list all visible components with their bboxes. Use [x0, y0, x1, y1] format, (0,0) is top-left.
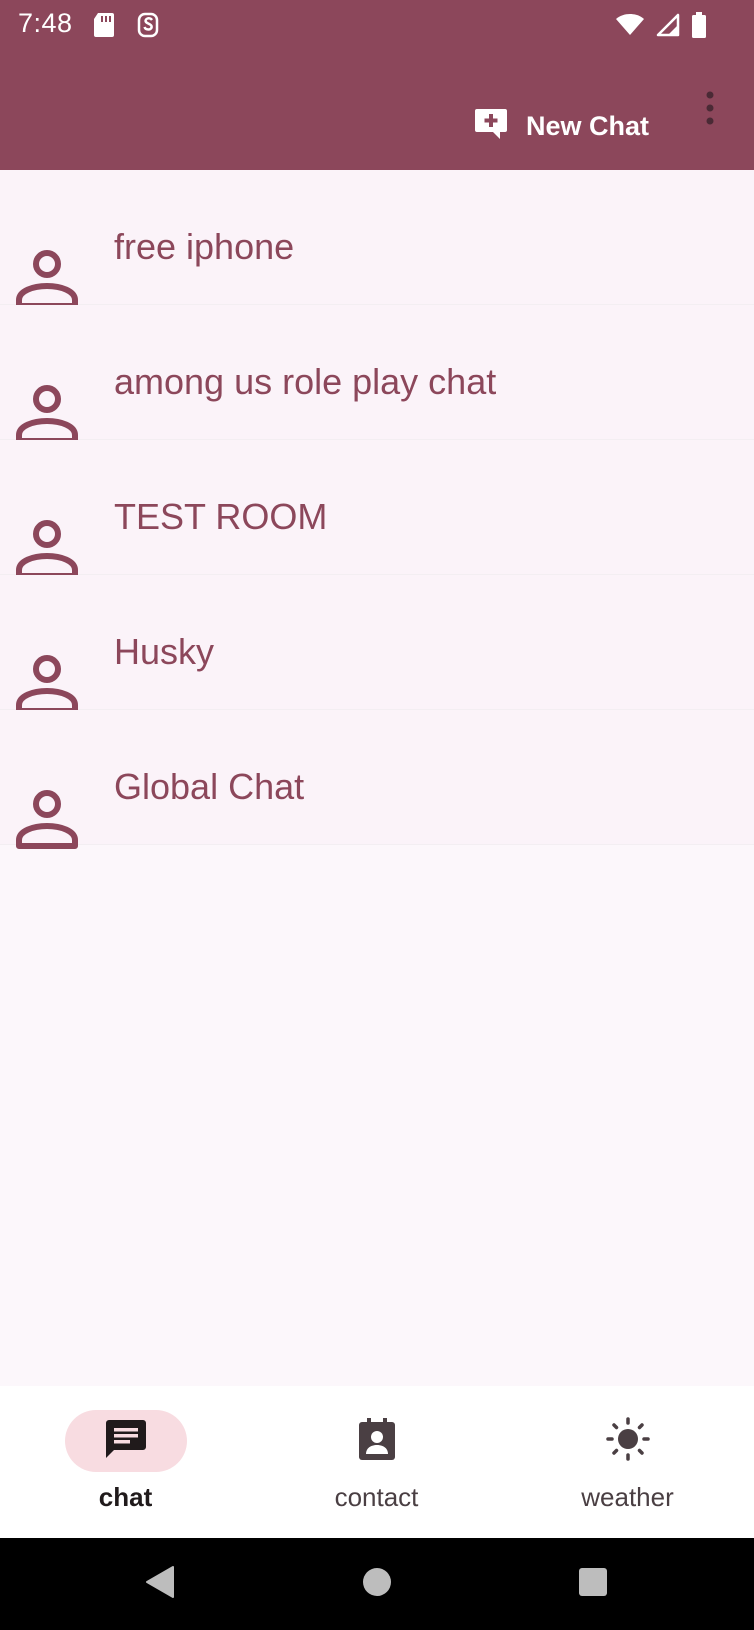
app-s-icon — [137, 12, 159, 43]
new-chat-label: New Chat — [526, 110, 650, 141]
add-comment-icon — [474, 108, 508, 145]
contact-icon — [358, 1417, 396, 1465]
status-time: 7:48 — [18, 8, 73, 38]
new-chat-button[interactable]: New Chat — [474, 104, 649, 148]
back-button[interactable] — [136, 1560, 184, 1608]
sun-icon — [605, 1416, 650, 1466]
overflow-menu-button[interactable] — [696, 88, 724, 132]
system-navigation-bar — [0, 1538, 754, 1630]
person-icon — [14, 246, 80, 312]
home-icon — [362, 1567, 392, 1602]
nav-label-chat: chat — [98, 1482, 153, 1512]
chat-title: Global Chat — [114, 766, 305, 807]
nav-label-weather: weather — [581, 1482, 674, 1512]
chat-title: free iphone — [114, 226, 295, 267]
nav-label-contact: contact — [334, 1482, 419, 1512]
back-icon — [145, 1565, 175, 1604]
signal-icon — [656, 13, 680, 42]
chat-list-item[interactable]: among us role play chat — [0, 305, 754, 444]
home-button[interactable] — [353, 1560, 401, 1608]
nav-active-indicator — [64, 1410, 187, 1472]
chat-list-item[interactable]: Global Chat — [0, 710, 754, 849]
more-vert-icon — [706, 91, 714, 130]
person-icon — [14, 651, 80, 717]
person-icon — [14, 516, 80, 582]
chat-icon — [105, 1419, 147, 1464]
nav-icon-container — [316, 1410, 438, 1472]
sd-card-icon — [93, 12, 115, 43]
chat-title: TEST ROOM — [114, 496, 328, 537]
recents-button[interactable] — [569, 1560, 617, 1608]
wifi-icon — [616, 14, 644, 41]
chat-list-item[interactable]: free iphone — [0, 170, 754, 309]
person-icon — [14, 786, 80, 852]
status-right-icons — [616, 12, 706, 43]
nav-item-contact[interactable]: contact — [251, 1386, 502, 1538]
bottom-navigation: chat contact weather — [0, 1386, 754, 1538]
chat-title: among us role play chat — [114, 361, 497, 402]
screen: 7:48 New Chat free iphone among us role … — [0, 0, 754, 1630]
recents-icon — [578, 1567, 608, 1602]
battery-icon — [692, 12, 706, 43]
chat-list: free iphone among us role play chat TEST… — [0, 170, 754, 849]
person-icon — [14, 381, 80, 447]
status-left-icons — [93, 12, 159, 43]
chat-list-item[interactable]: Husky — [0, 575, 754, 714]
top-app-bar: 7:48 New Chat — [0, 0, 754, 170]
nav-item-chat[interactable]: chat — [0, 1386, 251, 1538]
chat-list-item[interactable]: TEST ROOM — [0, 440, 754, 579]
nav-item-weather[interactable]: weather — [502, 1386, 753, 1538]
chat-title: Husky — [114, 631, 215, 672]
nav-icon-container — [567, 1410, 689, 1472]
